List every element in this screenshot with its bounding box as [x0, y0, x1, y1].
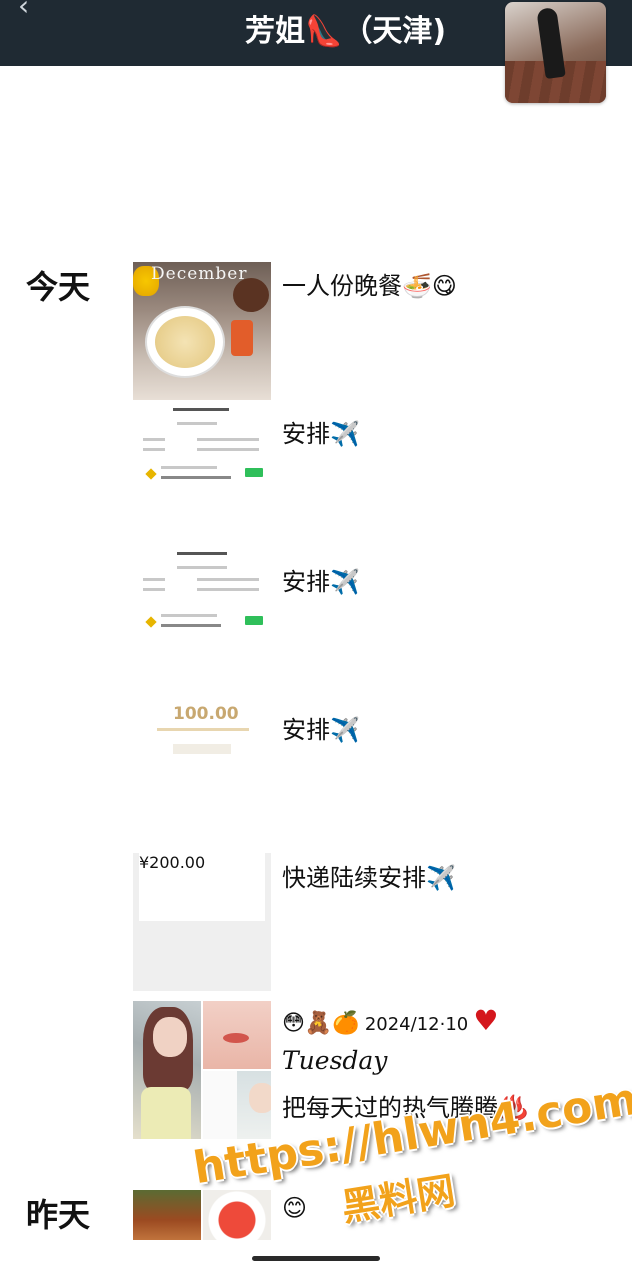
- diary-day-name: Tuesday: [282, 1046, 388, 1075]
- post-caption[interactable]: 安排✈️: [282, 562, 360, 597]
- post-thumbnail-receipt[interactable]: [133, 548, 271, 636]
- thumb-face: [153, 1017, 187, 1057]
- thumb-line: [177, 566, 227, 569]
- thumb-line: [197, 438, 259, 441]
- thumb-can: [231, 320, 253, 356]
- thumb-december-text: December: [151, 264, 248, 284]
- thumb-gem: [145, 616, 157, 628]
- thumb-line: [197, 448, 259, 451]
- post-thumbnail-receipt-small[interactable]: [203, 1071, 237, 1139]
- thumb-line: [173, 744, 231, 754]
- thumb-face: [249, 1083, 271, 1113]
- thumb-line: [177, 552, 227, 555]
- watermark-name: 黑料网: [338, 1168, 458, 1230]
- thumb-noodles: [155, 316, 215, 368]
- profile-avatar[interactable]: [505, 2, 606, 103]
- post-diary-header: 😳🧸🍊 2024/12·10 ♥: [282, 1004, 498, 1037]
- post-thumbnail-tomato[interactable]: [203, 1190, 271, 1240]
- thumb-gem: [203, 1071, 209, 1077]
- thumb-green-button: [245, 468, 263, 477]
- heart-icon: ♥: [473, 1004, 499, 1037]
- post-caption[interactable]: 快递陆续安排✈️: [282, 858, 456, 893]
- day-label-yesterday: 昨天: [26, 1196, 91, 1234]
- thumb-line: [161, 476, 231, 479]
- thumb-card: ¥200.00: [139, 853, 265, 921]
- thumb-lips: [223, 1033, 249, 1043]
- thumb-line: [143, 438, 165, 441]
- thumb-line: [143, 448, 165, 451]
- thumb-line: [197, 588, 259, 591]
- thumb-line: [173, 408, 229, 411]
- post-thumbnail-transfer[interactable]: ¥200.00: [133, 853, 271, 991]
- thumb-line: [177, 422, 217, 425]
- thumb-line: [161, 624, 221, 627]
- post-thumbnail-photo-small[interactable]: [237, 1071, 271, 1139]
- diary-emoji: 😳🧸🍊: [282, 1011, 360, 1036]
- post-thumbnail-balance[interactable]: 100.00: [133, 696, 271, 766]
- day-label-today: 今天: [26, 268, 91, 306]
- thumb-line: [197, 578, 259, 581]
- post-thumbnail-dinner[interactable]: December: [133, 262, 271, 400]
- home-indicator[interactable]: [252, 1256, 380, 1261]
- thumb-line: [161, 466, 217, 469]
- thumb-amount: 100.00: [173, 704, 239, 724]
- thumb-line: [161, 614, 217, 617]
- post-thumbnail-receipt[interactable]: [133, 404, 271, 489]
- thumb-green-button: [245, 616, 263, 625]
- thumb-line: [143, 588, 165, 591]
- post-caption[interactable]: 😊: [282, 1194, 307, 1222]
- post-thumbnail-dish[interactable]: [133, 1190, 201, 1240]
- diary-date: 2024/12·10: [364, 1014, 469, 1035]
- post-caption[interactable]: 安排✈️: [282, 414, 360, 449]
- thumb-gem: [145, 468, 157, 480]
- post-thumbnail-lips[interactable]: [203, 1001, 271, 1069]
- chevron-left-icon[interactable]: ‹: [18, 0, 42, 20]
- post-caption[interactable]: 一人份晚餐🍜😋: [282, 266, 457, 301]
- post-caption[interactable]: 安排✈️: [282, 710, 360, 745]
- thumb-amount: ¥200.00: [139, 853, 206, 872]
- post-caption[interactable]: 把每天过的热气腾腾♨️: [282, 1088, 528, 1123]
- profile-title: 芳姐👠（天津): [245, 14, 447, 49]
- thumb-shirt: [141, 1087, 191, 1139]
- post-thumbnail-selfie[interactable]: [133, 1001, 201, 1139]
- thumb-line: [143, 578, 165, 581]
- thumb-line: [157, 728, 249, 731]
